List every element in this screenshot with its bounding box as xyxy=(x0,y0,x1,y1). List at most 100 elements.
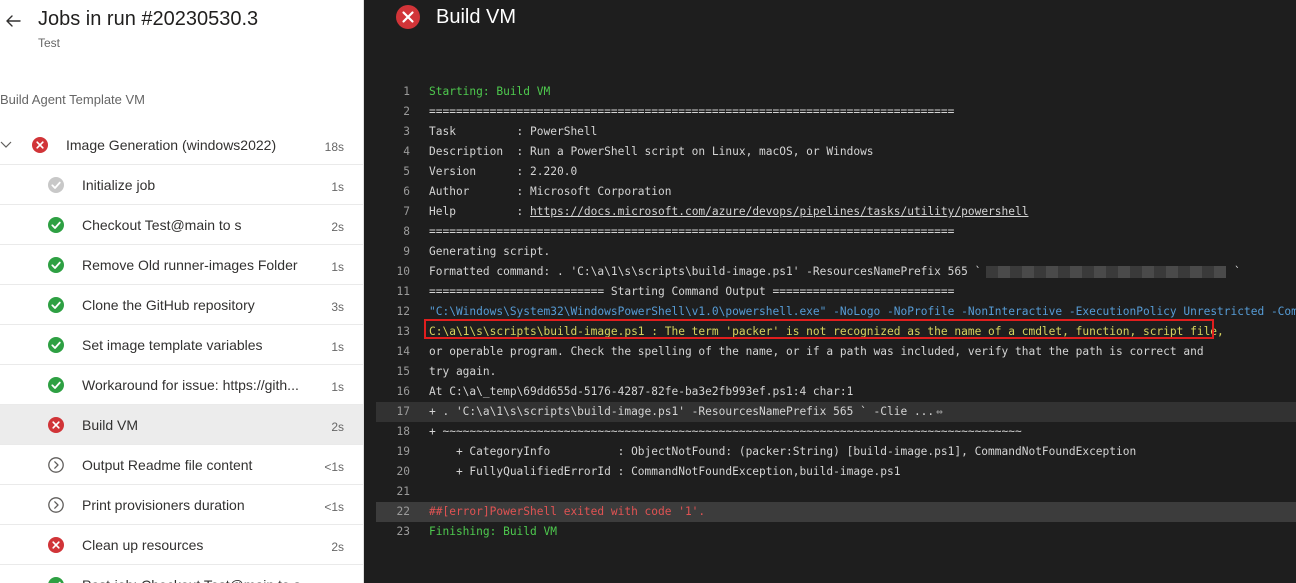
line-content: Starting: Build VM xyxy=(429,85,551,98)
line-number: 20 xyxy=(396,465,410,478)
log-line: 23 Finishing: Build VM xyxy=(376,522,1296,542)
step-label: Clone the GitHub repository xyxy=(82,297,255,313)
check-circle-gray-icon xyxy=(48,177,64,193)
jobs-header: Jobs in run #20230530.3 Test xyxy=(0,0,363,64)
log-line: 9 Generating script. xyxy=(376,242,1296,262)
chevron-right-circle-icon xyxy=(48,497,64,513)
line-text: ========================================… xyxy=(429,222,954,242)
line-number: 1 xyxy=(403,85,410,98)
check-circle-icon xyxy=(48,577,64,583)
chevron-right-circle-icon xyxy=(48,457,64,473)
line-text: Generating script. xyxy=(429,242,550,262)
line-prefix: Help : xyxy=(429,205,531,218)
line-number: 7 xyxy=(403,205,410,218)
line-text: try again. xyxy=(429,362,496,382)
step-label: Post-job: Checkout Test@main to s xyxy=(82,577,308,583)
x-circle-icon xyxy=(32,137,48,153)
arrow-left-icon xyxy=(6,15,21,27)
line-number: 3 xyxy=(403,125,410,138)
step-row[interactable]: Build VM 2s xyxy=(0,405,363,445)
step-row[interactable]: Print provisioners duration <1s xyxy=(0,485,363,525)
step-row[interactable]: Clone the GitHub repository 3s xyxy=(0,285,363,325)
step-duration: 1s xyxy=(331,260,344,274)
line-text: Help : https://docs.microsoft.com/azure/… xyxy=(429,202,1028,222)
check-circle-icon xyxy=(48,257,64,273)
step-row[interactable]: Workaround for issue: https://gith... 1s xyxy=(0,365,363,405)
line-text: + ~~~~~~~~~~~~~~~~~~~~~~~~~~~~~~~~~~~~~~… xyxy=(429,422,1022,442)
line-number: 14 xyxy=(396,345,410,358)
step-duration: 1s xyxy=(331,180,344,194)
job-label: Image Generation (windows2022) xyxy=(66,137,277,153)
step-duration: 1s xyxy=(331,340,344,354)
log-line: 8 =======================================… xyxy=(376,222,1296,242)
check-circle-icon xyxy=(48,377,64,393)
line-number: 18 xyxy=(396,425,410,438)
jobs-panel: Jobs in run #20230530.3 Test Build Agent… xyxy=(0,0,364,583)
chevron-down-icon[interactable] xyxy=(0,138,12,150)
line-content: Generating script. xyxy=(429,245,551,258)
line-text: ========================== Starting Comm… xyxy=(429,282,954,302)
expand-link-icon[interactable]: ⇔ xyxy=(936,402,943,422)
step-label: Set image template variables xyxy=(82,337,263,353)
log-line: 20 + FullyQualifiedErrorId : CommandNotF… xyxy=(376,462,1296,482)
line-content: + . 'C:\a\1\s\scripts\build-image.ps1' -… xyxy=(429,405,935,418)
log-line: 21 xyxy=(376,482,1296,502)
line-number: 22 xyxy=(396,505,410,518)
log-panel: Build VM 1 Starting: Build VM 2 ===========… xyxy=(364,0,1296,583)
line-number: 5 xyxy=(403,165,410,178)
check-circle-icon xyxy=(48,337,64,353)
line-content: try again. xyxy=(429,365,497,378)
line-content: ========================================… xyxy=(429,105,955,118)
step-row[interactable]: Post-job: Checkout Test@main to s xyxy=(0,565,363,583)
line-number: 2 xyxy=(403,105,410,118)
error-highlight-box xyxy=(424,319,1214,339)
log-line: 6 Author : Microsoft Corporation xyxy=(376,182,1296,202)
line-text: + . 'C:\a\1\s\scripts\build-image.ps1' -… xyxy=(429,402,934,422)
step-label: Initialize job xyxy=(82,177,156,193)
check-circle-icon xyxy=(48,217,64,233)
log-line: 1 Starting: Build VM xyxy=(376,82,1296,102)
line-text: At C:\a\_temp\69dd655d-5176-4287-82fe-ba… xyxy=(429,382,853,402)
job-row[interactable]: Image Generation (windows2022) 18s xyxy=(0,125,363,165)
line-content: Author : Microsoft Corporation xyxy=(429,185,672,198)
line-content: ========================== Starting Comm… xyxy=(429,285,955,298)
step-row[interactable]: Checkout Test@main to s 2s xyxy=(0,205,363,245)
step-duration: 3s xyxy=(331,300,344,314)
step-row[interactable]: Set image template variables 1s xyxy=(0,325,363,365)
line-number: 4 xyxy=(403,145,410,158)
step-row[interactable]: Clean up resources 2s xyxy=(0,525,363,565)
page-subtitle: Test xyxy=(38,36,61,50)
log-line: 18 + ~~~~~~~~~~~~~~~~~~~~~~~~~~~~~~~~~~~~… xyxy=(376,422,1296,442)
line-content: + CategoryInfo : ObjectNotFound: (packer… xyxy=(429,445,1137,458)
step-row[interactable]: Output Readme file content <1s xyxy=(0,445,363,485)
line-number: 12 xyxy=(396,305,410,318)
log-line: 15 try again. xyxy=(376,362,1296,382)
line-suffix: ` xyxy=(1234,265,1241,278)
back-button[interactable] xyxy=(5,11,23,31)
step-duration: 2s xyxy=(331,220,344,234)
log-line: 17 + . 'C:\a\1\s\scripts\build-image.ps1'… xyxy=(376,402,1296,422)
step-duration: 2s xyxy=(331,540,344,554)
line-content: or operable program. Check the spelling … xyxy=(429,345,1204,358)
step-label: Remove Old runner-images Folder xyxy=(82,257,298,273)
step-row[interactable]: Initialize job 1s xyxy=(0,165,363,205)
log-line: 3 Task : PowerShell xyxy=(376,122,1296,142)
line-text: Starting: Build VM xyxy=(429,82,550,102)
line-text: Author : Microsoft Corporation xyxy=(429,182,671,202)
powershell-path: "C:\Windows\System32\WindowsPowerShell\v… xyxy=(429,305,827,318)
redacted-block xyxy=(986,266,1226,278)
docs-link[interactable]: https://docs.microsoft.com/azure/devops/… xyxy=(530,205,1028,218)
x-circle-icon xyxy=(48,537,64,553)
step-duration: <1s xyxy=(324,460,344,474)
log-line: 22 ##[error]PowerShell exited with code '… xyxy=(376,502,1296,522)
log-line: 16 At C:\a\_temp\69dd655d-5176-4287-82fe-… xyxy=(376,382,1296,402)
line-text: Formatted command: . 'C:\a\1\s\scripts\b… xyxy=(429,262,1049,282)
line-number: 15 xyxy=(396,365,410,378)
step-duration: <1s xyxy=(324,500,344,514)
step-row[interactable]: Remove Old runner-images Folder 1s xyxy=(0,245,363,285)
step-label: Workaround for issue: https://gith... xyxy=(82,377,299,393)
log-output: 1 Starting: Build VM 2 ====================… xyxy=(376,82,1296,542)
log-line: 11 ========================== Starting Co… xyxy=(376,282,1296,302)
step-label: Clean up resources xyxy=(82,537,204,553)
stage-name: Build Agent Template VM xyxy=(0,92,146,107)
